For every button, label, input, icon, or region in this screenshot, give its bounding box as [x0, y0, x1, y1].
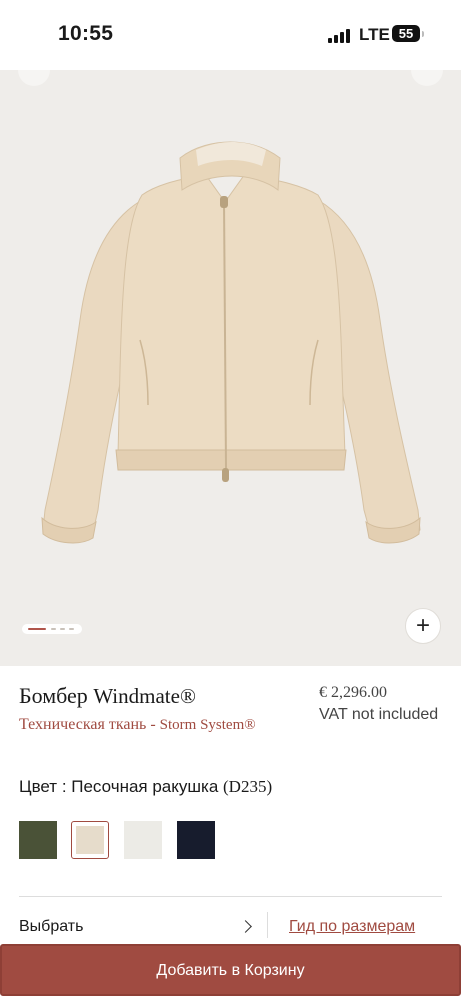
jacket-image	[41, 141, 421, 544]
gallery-pager	[22, 624, 82, 634]
product-image-gallery[interactable]: +	[0, 70, 461, 666]
product-name: Бомбер	[19, 683, 88, 708]
pager-dot-active	[28, 628, 46, 630]
swatch-fill	[19, 821, 57, 859]
product-price: € 2,296.00	[319, 684, 387, 701]
size-guide-link[interactable]: Гид по размерам	[289, 918, 415, 936]
size-select[interactable]: Выбрать	[19, 918, 83, 936]
fabric-label: Техническая ткань	[19, 716, 147, 733]
color-swatch-sand-shell[interactable]	[71, 821, 109, 859]
color-swatch-navy[interactable]	[177, 821, 215, 859]
swatch-fill	[177, 821, 215, 859]
color-label: Цвет : Песочная ракушка (D235)	[19, 777, 272, 797]
color-name: Цвет : Песочная ракушка	[19, 777, 219, 796]
pager-dot	[60, 628, 65, 630]
pager-dot	[51, 628, 56, 630]
battery-tip	[422, 31, 424, 37]
swatch-fill	[124, 821, 162, 859]
color-swatch-olive[interactable]	[19, 821, 57, 859]
network-label: LTE	[359, 25, 390, 44]
status-bar: 10:55 LTE 55	[0, 0, 461, 70]
pager-dot	[69, 628, 74, 630]
swatch-fill	[76, 826, 104, 854]
battery-icon: 55	[392, 25, 420, 42]
chevron-right-icon[interactable]	[239, 920, 252, 933]
status-time: 10:55	[58, 22, 114, 45]
zoom-plus-button[interactable]: +	[405, 608, 441, 644]
color-code: (D235)	[223, 777, 273, 796]
product-brand: Windmate®	[93, 684, 196, 708]
divider	[19, 896, 442, 897]
signal-icon	[328, 29, 352, 43]
product-title: Бомбер Windmate®	[19, 683, 196, 709]
color-swatch-off-white[interactable]	[124, 821, 162, 859]
vat-note: VAT not included	[319, 706, 439, 723]
product-subtitle: Техническая ткань - Storm System®	[19, 716, 256, 734]
system-label: Storm System®	[159, 717, 256, 733]
add-to-cart-button[interactable]: Добавить в Корзину	[0, 944, 461, 996]
subtitle-separator: -	[150, 716, 156, 733]
